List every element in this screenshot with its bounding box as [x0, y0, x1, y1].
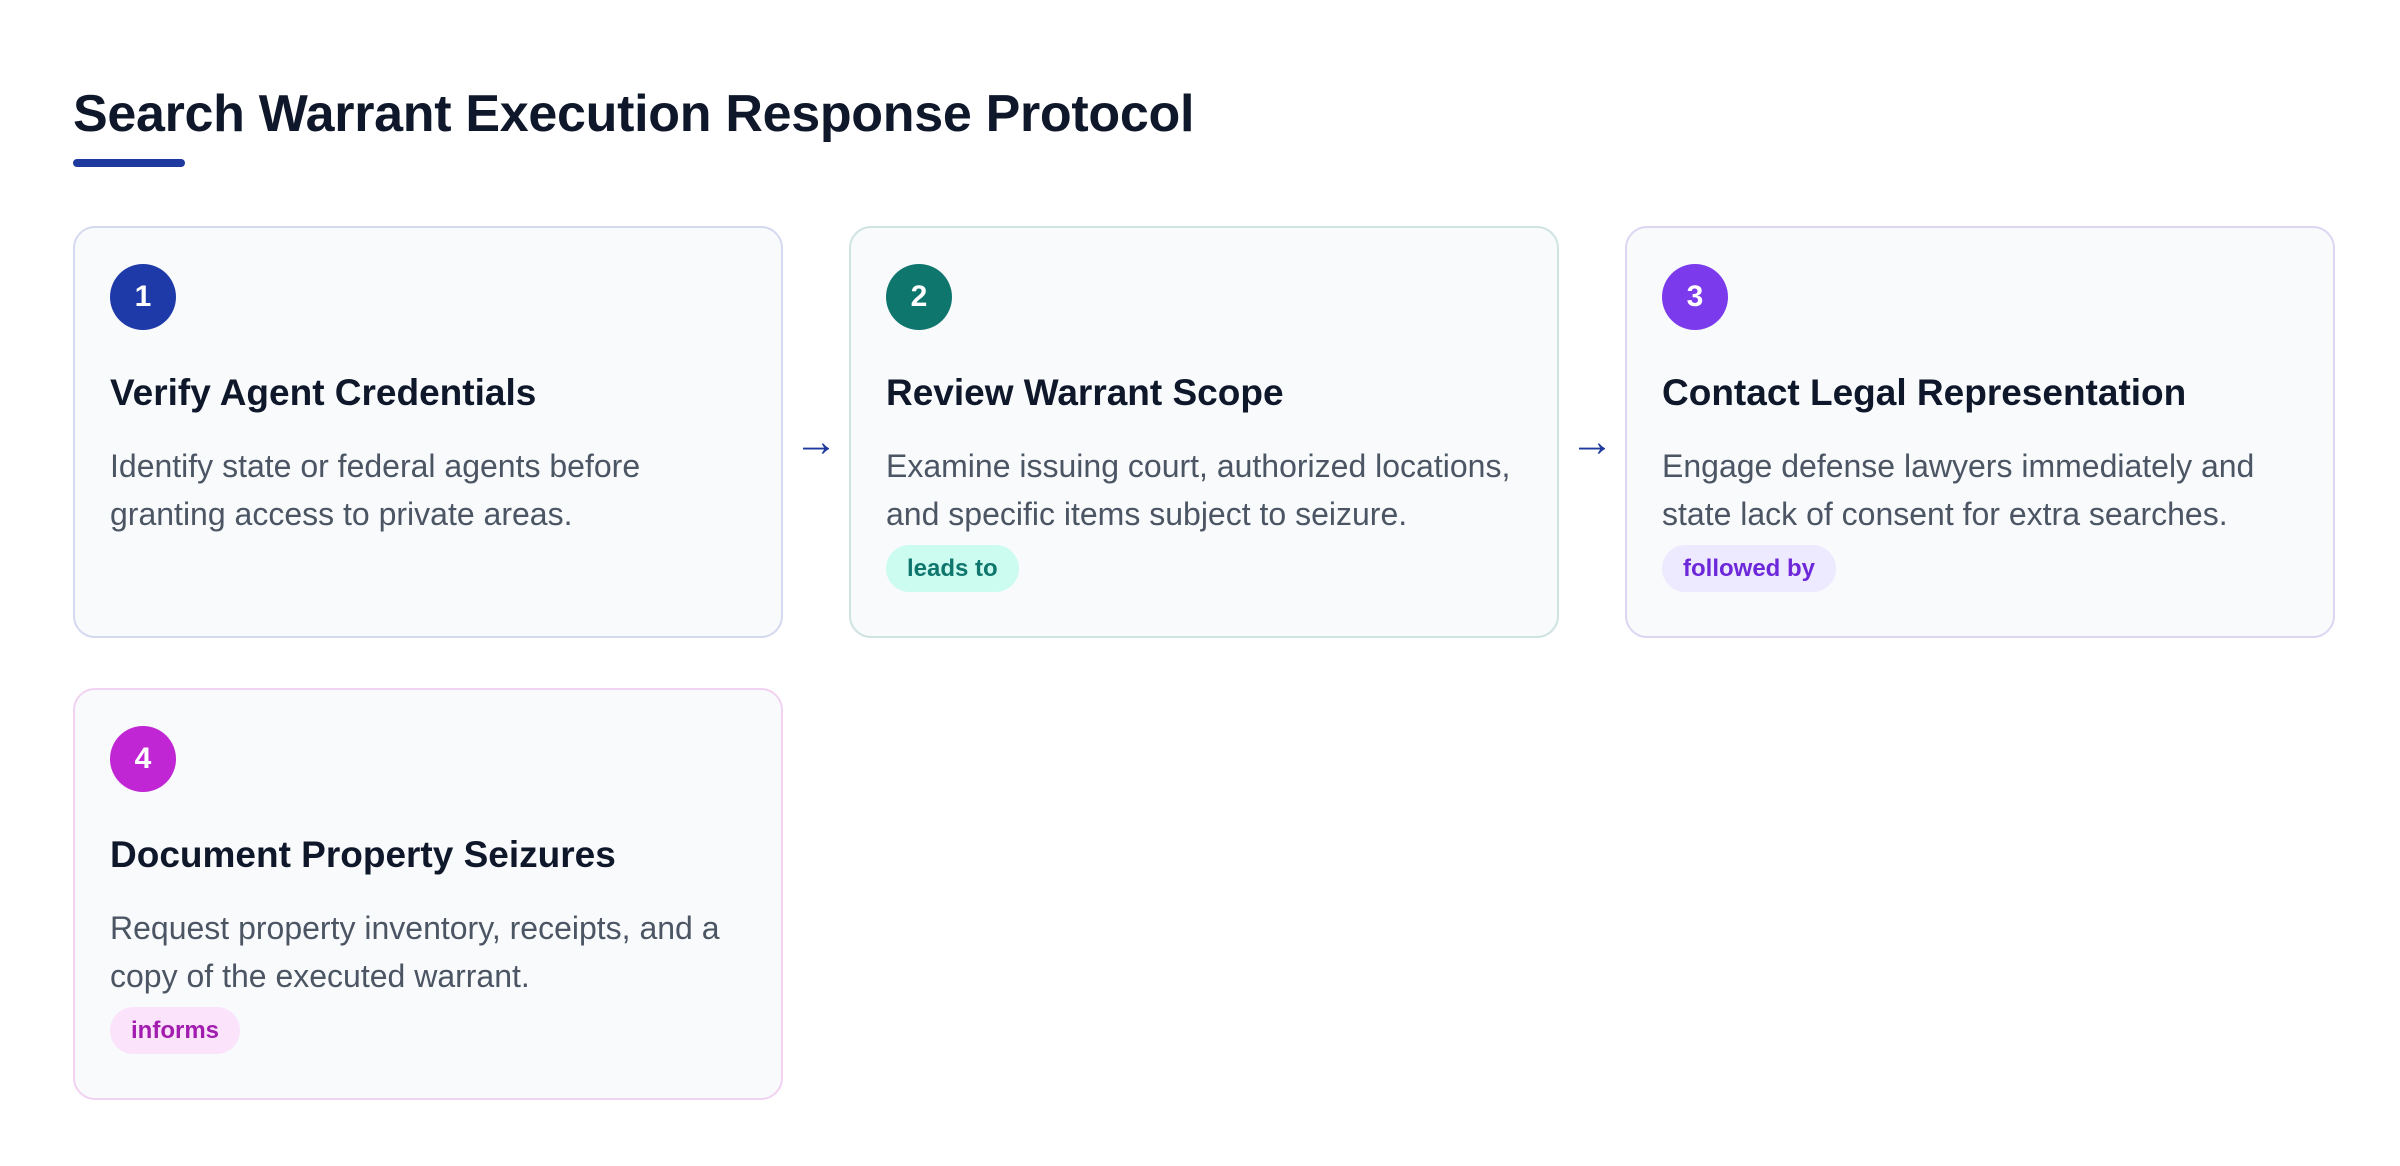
- step-card-1: 1 Verify Agent Credentials Identify stat…: [73, 226, 783, 638]
- step-card-4: 4 Document Property Seizures Request pro…: [73, 688, 783, 1100]
- step-title: Review Warrant Scope: [886, 372, 1284, 413]
- step-title: Verify Agent Credentials: [110, 372, 537, 413]
- step-title: Document Property Seizures: [110, 834, 616, 875]
- step-description: Request property inventory, receipts, an…: [110, 910, 720, 994]
- protocol-diagram: Search Warrant Execution Response Protoc…: [0, 0, 2400, 1166]
- page-title: Search Warrant Execution Response Protoc…: [73, 85, 1195, 143]
- step-number-badge: 3: [1662, 264, 1728, 330]
- step-description: Engage defense lawyers immediately and s…: [1662, 448, 2255, 532]
- step-description: Identify state or federal agents before …: [110, 448, 641, 532]
- step-description: Examine issuing court, authorized locati…: [886, 448, 1511, 532]
- step-card-3: 3 Contact Legal Representation Engage de…: [1625, 226, 2335, 638]
- title-underline: [73, 159, 185, 167]
- step-number-badge: 1: [110, 264, 176, 330]
- relation-tag: informs: [110, 1007, 241, 1054]
- step-number-badge: 2: [886, 264, 952, 330]
- relation-tag: followed by: [1662, 545, 1836, 592]
- step-title: Contact Legal Representation: [1662, 372, 2187, 413]
- right-arrow-icon: →: [794, 417, 838, 466]
- right-arrow-icon: →: [1570, 417, 1614, 466]
- step-number-badge: 4: [110, 726, 176, 792]
- step-card-2: 2 Review Warrant Scope Examine issuing c…: [849, 226, 1559, 638]
- relation-tag: leads to: [886, 545, 1019, 592]
